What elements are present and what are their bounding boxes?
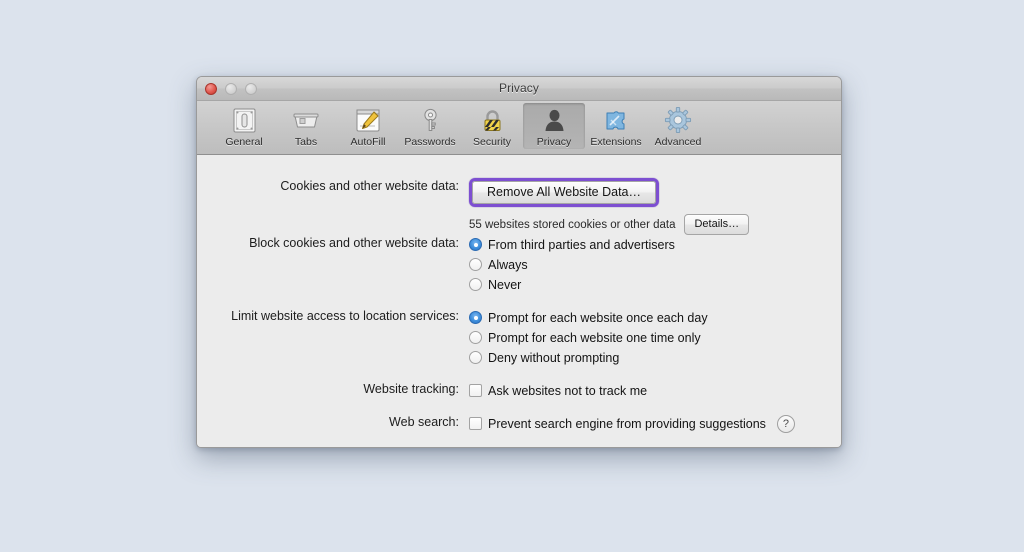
ask-not-to-track-option[interactable]: Ask websites not to track me: [469, 381, 647, 400]
option-label: Deny without prompting: [488, 350, 620, 365]
toolbar-item-label: Extensions: [590, 136, 642, 148]
toolbar-item-autofill[interactable]: AutoFill: [337, 103, 399, 149]
autofill-icon: [351, 105, 385, 135]
block-cookies-label: Block cookies and other website data:: [249, 236, 459, 250]
window-title: Privacy: [498, 81, 540, 95]
toolbar-item-label: Tabs: [294, 136, 318, 148]
key-icon: [413, 105, 447, 135]
window-titlebar: Privacy: [197, 77, 841, 101]
radio-icon[interactable]: [469, 258, 482, 271]
radio-icon[interactable]: [469, 311, 482, 324]
cookies-status-text: 55 websites stored cookies or other data: [469, 218, 676, 231]
toolbar-item-label: AutoFill: [350, 136, 386, 148]
radio-icon[interactable]: [469, 278, 482, 291]
block-cookies-options: From third parties and advertisers Alway…: [469, 235, 675, 295]
toolbar-item-tabs[interactable]: Tabs: [275, 103, 337, 149]
toolbar-item-label: Privacy: [536, 136, 572, 148]
web-search-label: Web search:: [389, 415, 459, 429]
privacy-settings-pane: Cookies and other website data: Remove A…: [197, 155, 841, 447]
option-label: Always: [488, 257, 528, 272]
gear-icon: [661, 105, 695, 135]
checkbox-icon[interactable]: [469, 384, 482, 397]
cookies-status-line: 55 websites stored cookies or other data…: [469, 214, 750, 235]
toolbar-item-privacy[interactable]: Privacy: [523, 103, 585, 149]
location-option-once-each-day[interactable]: Prompt for each website once each day: [469, 308, 708, 327]
padlock-icon: [475, 105, 509, 135]
location-services-label: Limit website access to location service…: [231, 309, 459, 323]
cookies-row: Cookies and other website data: Remove A…: [207, 178, 750, 235]
radio-icon[interactable]: [469, 351, 482, 364]
location-option-one-time-only[interactable]: Prompt for each website one time only: [469, 328, 708, 347]
prevent-suggestions-option[interactable]: Prevent search engine from providing sug…: [469, 414, 795, 433]
cookies-controls: Remove All Website Data… 55 websites sto…: [469, 178, 750, 235]
remove-all-website-data-button[interactable]: Remove All Website Data…: [472, 181, 656, 204]
remove-all-website-data-focus-ring: Remove All Website Data…: [469, 178, 659, 207]
web-search-control: Prevent search engine from providing sug…: [469, 414, 795, 434]
toolbar-item-label: Advanced: [654, 136, 702, 148]
web-search-row: Web search: Prevent search engine from p…: [207, 414, 795, 434]
cookies-label: Cookies and other website data:: [280, 179, 459, 193]
location-services-row: Limit website access to location service…: [207, 308, 708, 368]
option-label: From third parties and advertisers: [488, 237, 675, 252]
help-button[interactable]: ?: [776, 414, 795, 433]
option-label: Prompt for each website one time only: [488, 330, 701, 345]
block-cookies-option-never[interactable]: Never: [469, 275, 675, 294]
toolbar-item-label: General: [225, 136, 263, 148]
location-option-deny[interactable]: Deny without prompting: [469, 348, 708, 367]
block-cookies-option-third-parties[interactable]: From third parties and advertisers: [469, 235, 675, 254]
preferences-toolbar: General Tabs AutoFill Passwords Security…: [197, 101, 841, 155]
puzzle-icon: [599, 105, 633, 135]
option-label: Ask websites not to track me: [488, 383, 648, 398]
toolbar-item-extensions[interactable]: Extensions: [585, 103, 647, 149]
details-button[interactable]: Details…: [684, 214, 750, 235]
toolbar-item-passwords[interactable]: Passwords: [399, 103, 461, 149]
radio-icon[interactable]: [469, 331, 482, 344]
toolbar-item-label: Passwords: [404, 136, 456, 148]
option-label: Never: [488, 277, 522, 292]
toolbar-item-advanced[interactable]: Advanced: [647, 103, 709, 149]
toolbar-item-security[interactable]: Security: [461, 103, 523, 149]
option-label: Prevent search engine from providing sug…: [488, 416, 766, 431]
tabs-icon: [289, 105, 323, 135]
website-tracking-control: Ask websites not to track me: [469, 381, 647, 401]
option-label: Prompt for each website once each day: [488, 310, 708, 325]
general-icon: [227, 105, 261, 135]
radio-icon[interactable]: [469, 238, 482, 251]
toolbar-item-label: Security: [473, 136, 511, 148]
checkbox-icon[interactable]: [469, 417, 482, 430]
website-tracking-label: Website tracking:: [363, 382, 459, 396]
person-icon: [537, 105, 571, 135]
block-cookies-option-always[interactable]: Always: [469, 255, 675, 274]
toolbar-item-general[interactable]: General: [213, 103, 275, 149]
block-cookies-row: Block cookies and other website data: Fr…: [207, 235, 675, 295]
privacy-preferences-window: Privacy General Tabs AutoFill Passwords …: [196, 76, 842, 448]
location-services-options: Prompt for each website once each day Pr…: [469, 308, 708, 368]
website-tracking-row: Website tracking: Ask websites not to tr…: [207, 381, 647, 401]
